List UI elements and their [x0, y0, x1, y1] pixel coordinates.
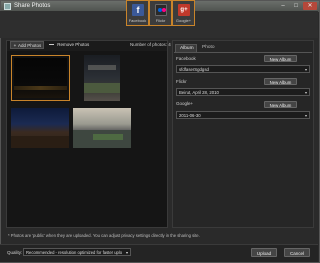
tab-photo[interactable]: Photo	[198, 44, 218, 52]
add-photos-label: Add Photos	[18, 43, 42, 48]
google-plus-album-value: 2011-06-30	[179, 113, 201, 118]
flickr-album-select[interactable]: Beirut, April 28, 2010 ▾	[176, 88, 310, 96]
chevron-down-icon: ▾	[304, 113, 307, 118]
google-plus-icon: g+	[178, 4, 190, 16]
service-google-plus-label: Google+	[175, 18, 192, 23]
minus-icon	[49, 44, 54, 46]
google-plus-section-label: Google+	[176, 101, 194, 106]
remove-photos-label: Remove Photos	[57, 42, 90, 47]
facebook-new-album-button[interactable]: New Album	[264, 55, 297, 62]
google-plus-album-select[interactable]: 2011-06-30 ▾	[176, 111, 310, 119]
window-title: Share Photos	[14, 3, 51, 9]
facebook-section-label: Facebook	[176, 56, 196, 61]
upload-button[interactable]: Upload	[251, 248, 277, 257]
plus-icon: +	[13, 43, 17, 48]
service-flickr-label: Flickr	[155, 18, 166, 23]
cancel-button[interactable]: Cancel	[284, 248, 310, 257]
remove-photos-button[interactable]: Remove Photos	[47, 41, 93, 49]
service-google-plus-button[interactable]: g+ Google+	[172, 0, 195, 26]
service-facebook-button[interactable]: f Facebook	[126, 0, 149, 26]
photo-thumbnail-1[interactable]	[11, 55, 70, 101]
photo-thumbnail-2[interactable]	[84, 55, 120, 101]
google-plus-new-album-button[interactable]: New Album	[264, 101, 297, 108]
photo-count: Number of photos: 4	[130, 42, 171, 47]
maximize-button[interactable]: □	[290, 2, 302, 10]
service-facebook-label: Facebook	[128, 18, 147, 23]
facebook-album-select[interactable]: sfdfaserSgdgsd ▾	[176, 65, 310, 73]
flickr-new-album-button[interactable]: New Album	[264, 78, 297, 85]
photo-thumbnail-4[interactable]	[73, 108, 131, 148]
close-button[interactable]: ✕	[303, 2, 317, 10]
quality-label: Quality:	[7, 250, 23, 255]
facebook-album-value: sfdfaserSgdgsd	[179, 67, 209, 72]
flickr-icon	[155, 4, 167, 16]
tab-divider	[174, 52, 312, 53]
chevron-down-icon: ▾	[304, 67, 307, 72]
add-photos-button[interactable]: + Add Photos	[10, 41, 44, 49]
tab-album[interactable]: Album	[175, 44, 197, 52]
minimize-button[interactable]: –	[277, 2, 289, 10]
service-flickr-button[interactable]: Flickr	[149, 0, 172, 26]
facebook-icon: f	[132, 4, 144, 16]
app-icon	[4, 3, 11, 10]
quality-select[interactable]: Recommended - resolution optimized for f…	[23, 248, 131, 256]
privacy-notice: * Photos are 'public' when they are uplo…	[8, 233, 200, 238]
quality-value: Recommended - resolution optimized for f…	[26, 250, 123, 255]
flickr-album-value: Beirut, April 28, 2010	[179, 90, 219, 95]
flickr-section-label: Flickr	[176, 79, 187, 84]
chevron-down-icon: ▾	[125, 250, 128, 255]
photo-thumbnail-3[interactable]	[11, 108, 69, 148]
chevron-down-icon: ▾	[304, 90, 307, 95]
